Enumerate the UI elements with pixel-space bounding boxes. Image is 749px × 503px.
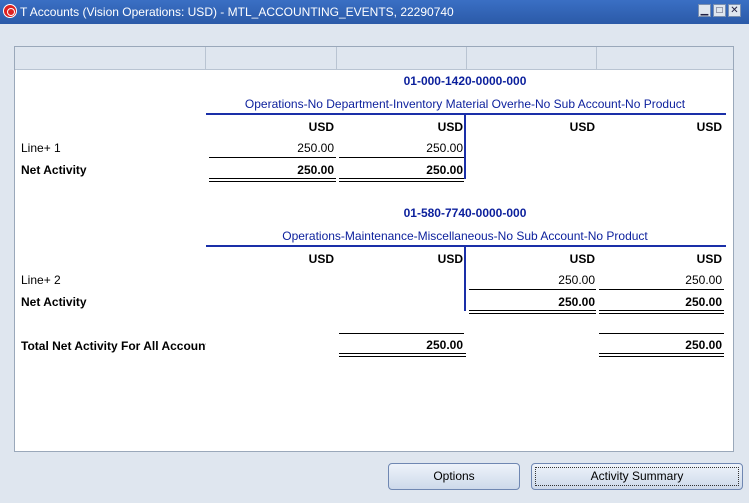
currency-header: USD <box>696 120 722 134</box>
net-activity-value: 250.00 <box>558 295 595 309</box>
currency-header: USD <box>437 120 463 134</box>
account-description: Operations-No Department-Inventory Mater… <box>244 97 686 111</box>
grand-total-line <box>599 333 724 334</box>
account-code: 01-000-1420-0000-000 <box>403 74 527 88</box>
net-activity-label: Net Activity <box>21 295 87 309</box>
line-value: 250.00 <box>558 273 595 287</box>
account-divider <box>206 113 726 115</box>
t-accounts-panel: 01-000-1420-0000-000 Operations-No Depar… <box>14 46 734 452</box>
grand-total-underline <box>599 353 724 357</box>
subtotal-line <box>209 157 336 158</box>
account-divider <box>206 245 726 247</box>
subtotal-line <box>599 289 724 290</box>
account-description: Operations-Maintenance-Miscellaneous-No … <box>282 229 648 243</box>
total-debit-value: 250.00 <box>426 338 463 352</box>
minimize-icon[interactable]: ▁ <box>698 4 711 17</box>
currency-header: USD <box>308 252 334 266</box>
currency-header: USD <box>308 120 334 134</box>
currency-header: USD <box>569 252 595 266</box>
header-cell <box>337 47 467 69</box>
grand-total-line <box>339 333 464 334</box>
header-cell <box>467 47 597 69</box>
net-activity-value: 250.00 <box>426 163 463 177</box>
header-cell <box>15 47 206 69</box>
t-account-separator <box>464 113 466 179</box>
options-button-label: Options <box>433 469 475 483</box>
subtotal-line <box>469 289 596 290</box>
t-account-separator <box>464 245 466 311</box>
line-label: Line+ 2 <box>21 273 61 287</box>
activity-summary-button[interactable]: Activity Summary <box>531 463 743 490</box>
column-header-strip <box>15 47 733 70</box>
line-value: 250.00 <box>426 141 463 155</box>
window-title-bar[interactable]: T Accounts (Vision Operations: USD) - MT… <box>0 0 749 24</box>
total-underline <box>209 178 336 182</box>
currency-header: USD <box>696 252 722 266</box>
window-title: T Accounts (Vision Operations: USD) - MT… <box>20 5 454 19</box>
options-button[interactable]: Options <box>388 463 520 490</box>
line-value: 250.00 <box>297 141 334 155</box>
currency-header: USD <box>437 252 463 266</box>
grand-total-underline <box>339 353 466 357</box>
oracle-app-icon <box>3 4 17 18</box>
line-value: 250.00 <box>685 273 722 287</box>
net-activity-value: 250.00 <box>297 163 334 177</box>
focus-ring <box>535 467 739 486</box>
total-underline <box>469 310 596 314</box>
line-label: Line+ 1 <box>21 141 61 155</box>
total-underline <box>339 178 464 182</box>
total-underline <box>599 310 724 314</box>
subtotal-line <box>339 157 464 158</box>
close-icon[interactable]: ✕ <box>728 4 741 17</box>
net-activity-value: 250.00 <box>685 295 722 309</box>
total-credit-value: 250.00 <box>685 338 722 352</box>
net-activity-label: Net Activity <box>21 163 87 177</box>
header-cell <box>206 47 337 69</box>
total-net-activity-label: Total Net Activity For All Accounts <box>21 339 206 353</box>
currency-header: USD <box>569 120 595 134</box>
maximize-icon[interactable]: □ <box>713 4 726 17</box>
account-code: 01-580-7740-0000-000 <box>403 206 527 220</box>
